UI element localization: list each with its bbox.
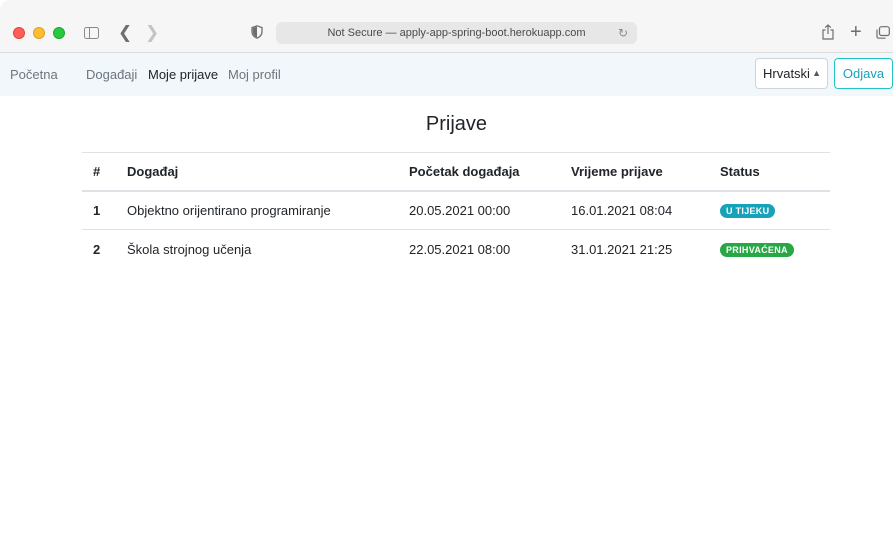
- address-bar[interactable]: Not Secure — apply-app-spring-boot.herok…: [276, 22, 637, 44]
- reload-icon[interactable]: ↻: [618, 22, 628, 44]
- row-start: 20.05.2021 00:00: [409, 190, 571, 230]
- minimize-window-button[interactable]: [33, 27, 45, 39]
- row-event: Škola strojnog učenja: [127, 229, 409, 269]
- registrations-table: # Događaj Početak događaja Vrijeme prija…: [82, 152, 830, 269]
- language-select-value: Hrvatski: [763, 66, 810, 81]
- new-tab-plus-icon[interactable]: +: [850, 22, 862, 42]
- row-event: Objektno orijentirano programiranje: [127, 190, 409, 230]
- zoom-window-button[interactable]: [53, 27, 65, 39]
- nav-link-my-profile[interactable]: Moj profil: [228, 67, 281, 82]
- status-badge: U TIJEKU: [720, 204, 776, 219]
- language-select[interactable]: Hrvatski ▲: [755, 58, 828, 89]
- table-row: 2 Škola strojnog učenja 22.05.2021 08:00…: [82, 229, 830, 269]
- nav-link-my-registrations[interactable]: Moje prijave: [148, 67, 218, 82]
- page-title: Prijave: [425, 113, 488, 135]
- share-icon[interactable]: [821, 24, 835, 40]
- table-row: 1 Objektno orijentirano programiranje 20…: [82, 190, 830, 230]
- address-text: Not Secure — apply-app-spring-boot.herok…: [327, 27, 586, 39]
- privacy-shield-icon[interactable]: [251, 25, 263, 39]
- row-registered: 16.01.2021 08:04: [571, 190, 720, 230]
- nav-link-home[interactable]: Početna: [10, 67, 58, 82]
- row-start: 22.05.2021 08:00: [409, 229, 571, 269]
- header-event: Događaj: [127, 152, 409, 192]
- sidebar-toggle-icon[interactable]: [84, 27, 99, 39]
- app-navbar: Početna Događaji Moje prijave Moj profil…: [0, 53, 893, 96]
- row-num: 1: [82, 190, 127, 230]
- row-registered: 31.01.2021 21:25: [571, 229, 720, 269]
- header-num: #: [82, 152, 127, 192]
- row-num: 2: [82, 229, 127, 269]
- logout-button[interactable]: Odjava: [834, 58, 893, 89]
- nav-link-events[interactable]: Događaji: [86, 67, 137, 82]
- back-arrow-icon[interactable]: ❮: [118, 24, 132, 41]
- status-badge: PRIHVAĆENA: [720, 243, 794, 258]
- header-status: Status: [720, 152, 830, 192]
- row-status: U TIJEKU: [720, 190, 830, 230]
- table-header-row: # Događaj Početak događaja Vrijeme prija…: [82, 152, 830, 192]
- browser-window: ❮ ❯ Not Secure — apply-app-spring-boot.h…: [0, 0, 893, 544]
- select-updown-icon: ▲: [812, 68, 821, 78]
- close-window-button[interactable]: [13, 27, 25, 39]
- row-status: PRIHVAĆENA: [720, 229, 830, 269]
- header-registered: Vrijeme prijave: [571, 152, 720, 192]
- forward-arrow-icon[interactable]: ❯: [145, 24, 159, 41]
- tab-overview-icon[interactable]: [876, 26, 890, 39]
- header-start: Početak događaja: [409, 152, 571, 192]
- browser-toolbar: ❮ ❯ Not Secure — apply-app-spring-boot.h…: [0, 0, 893, 53]
